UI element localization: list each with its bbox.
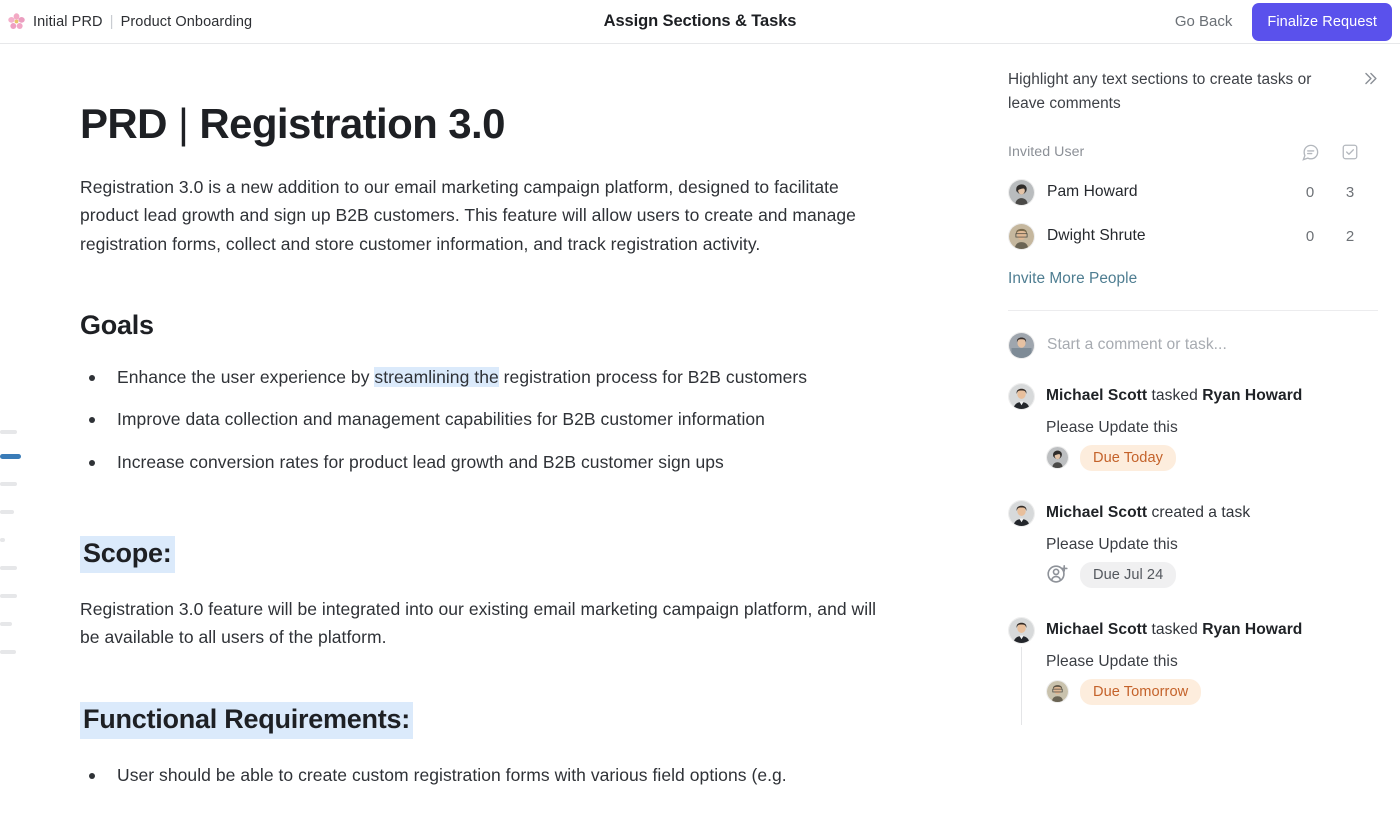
panel-hint-text: Highlight any text sections to create ta…: [1008, 71, 1312, 112]
feed-item[interactable]: Michael Scott tasked Ryan Howard Please …: [1008, 616, 1378, 725]
user-name: Pam Howard: [1047, 183, 1138, 201]
top-bar: Initial PRD | Product Onboarding Assign …: [0, 0, 1400, 44]
functional-requirements-list: User should be able to create custom reg…: [80, 761, 902, 789]
due-date-badge[interactable]: Due Tomorrow: [1080, 678, 1202, 705]
feed-item-body: Please Update this: [1046, 535, 1178, 553]
avatar: [1008, 222, 1035, 250]
avatar: [1008, 616, 1035, 644]
invite-more-people-link[interactable]: Invite More People: [1008, 270, 1378, 288]
add-assignee-icon[interactable]: [1046, 563, 1069, 586]
panel-hint: Highlight any text sections to create ta…: [1008, 68, 1378, 116]
feed-item-header: Michael Scott created a task: [1008, 499, 1378, 527]
document-title-main: PRD: [80, 100, 167, 147]
goal-text-pre: Enhance the user experience by: [117, 367, 375, 388]
avatar: [1046, 680, 1069, 704]
feed-item-header: Michael Scott tasked Ryan Howard: [1008, 616, 1378, 644]
due-date-badge[interactable]: Due Today: [1080, 444, 1176, 471]
comment-input-placeholder[interactable]: Start a comment or task...: [1047, 336, 1227, 354]
invited-users-label: Invited User: [1008, 144, 1085, 161]
breadcrumb-separator: |: [109, 13, 114, 30]
avatar: [1008, 499, 1035, 527]
feed-item-actor-line: Michael Scott tasked Ryan Howard: [1046, 387, 1302, 405]
comment-bubble-icon: [1290, 143, 1330, 162]
app-root: Initial PRD | Product Onboarding Assign …: [0, 0, 1400, 836]
section-heading-goals: Goals: [80, 310, 154, 341]
avatar: [1008, 331, 1035, 359]
cherry-blossom-icon: [8, 13, 25, 29]
goal-text-pre: Improve data collection and management c…: [117, 409, 765, 430]
feed-item-actor-line: Michael Scott tasked Ryan Howard: [1046, 621, 1302, 639]
section-heading-functional-requirements[interactable]: Functional Requirements:: [80, 701, 414, 739]
document-title-rest: Registration 3.0: [199, 100, 505, 147]
feed-verb: tasked: [1147, 621, 1203, 639]
functional-bullet-text: User should be able to create custom reg…: [117, 764, 787, 785]
document-intro-paragraph: Registration 3.0 is a new addition to ou…: [80, 177, 856, 254]
breadcrumb-item-initial-prd[interactable]: Initial PRD: [33, 14, 103, 30]
list-item: Increase conversion rates for product le…: [80, 448, 902, 476]
feed-item-actor-line: Michael Scott created a task: [1046, 504, 1250, 522]
top-bar-actions: Go Back Finalize Request: [1173, 2, 1400, 41]
feed-item[interactable]: Michael Scott created a task Please Upda…: [1008, 499, 1378, 588]
list-item: Improve data collection and management c…: [80, 405, 902, 433]
document-title: PRD | Registration 3.0: [80, 100, 902, 147]
feed-actor-name: Michael Scott: [1046, 504, 1148, 522]
list-item: User should be able to create custom reg…: [80, 761, 902, 789]
chevron-double-right-icon[interactable]: [1361, 68, 1378, 90]
feed-item-meta: Due Today: [1046, 444, 1378, 471]
goal-text-pre: Increase conversion rates for product le…: [117, 451, 724, 472]
user-comment-count: 0: [1305, 183, 1315, 201]
finalize-request-button[interactable]: Finalize Request: [1252, 2, 1392, 41]
avatar: [1046, 446, 1069, 470]
scope-paragraph: Registration 3.0 feature will be integra…: [80, 599, 877, 648]
list-item[interactable]: Pam Howard 0 3: [1008, 178, 1378, 206]
due-date-badge[interactable]: Due Jul 24: [1080, 561, 1177, 588]
panel-divider: [1008, 309, 1378, 311]
highlighted-text[interactable]: streamlining the: [374, 367, 499, 388]
goal-text-post: registration process for B2B customers: [498, 367, 808, 388]
section-heading-scope[interactable]: Scope:: [80, 536, 175, 574]
feed-item-body: Please Update this: [1046, 652, 1178, 670]
list-item: Enhance the user experience by streamlin…: [80, 363, 902, 391]
avatar: [1008, 382, 1035, 410]
list-item[interactable]: Dwight Shrute 0 2: [1008, 222, 1378, 250]
user-task-count: 2: [1345, 227, 1355, 245]
feed-target-name: Ryan Howard: [1202, 387, 1303, 405]
user-task-count: 3: [1345, 183, 1355, 201]
feed-actor-name: Michael Scott: [1046, 387, 1148, 405]
user-comment-count: 0: [1305, 227, 1315, 245]
user-name: Dwight Shrute: [1047, 227, 1146, 245]
go-back-button[interactable]: Go Back: [1173, 9, 1235, 34]
feed-actor-name: Michael Scott: [1046, 621, 1148, 639]
feed-verb: tasked: [1147, 387, 1203, 405]
checkbox-check-icon: [1330, 143, 1370, 161]
feed-target-name: Ryan Howard: [1202, 621, 1303, 639]
breadcrumb-item-product-onboarding[interactable]: Product Onboarding: [121, 14, 253, 30]
feed-item-body: Please Update this: [1046, 418, 1178, 436]
document-canvas[interactable]: PRD | Registration 3.0 Registration 3.0 …: [0, 44, 962, 836]
invited-users-header: Invited User: [1008, 143, 1378, 162]
comment-composer[interactable]: Start a comment or task...: [1008, 331, 1378, 359]
activity-feed: Michael Scott tasked Ryan Howard Please …: [1008, 382, 1378, 725]
document-title-separator: |: [177, 100, 189, 147]
avatar: [1008, 178, 1035, 206]
feed-item[interactable]: Michael Scott tasked Ryan Howard Please …: [1008, 382, 1378, 471]
collaboration-panel: Highlight any text sections to create ta…: [995, 44, 1400, 836]
feed-verb: created a task: [1147, 504, 1251, 522]
feed-item-header: Michael Scott tasked Ryan Howard: [1008, 382, 1378, 410]
feed-item-meta: Due Jul 24: [1046, 561, 1378, 588]
goals-list: Enhance the user experience by streamlin…: [80, 363, 902, 476]
feed-item-meta: Due Tomorrow: [1046, 678, 1378, 705]
breadcrumb: Initial PRD | Product Onboarding: [0, 13, 252, 30]
breadcrumb-text: Initial PRD | Product Onboarding: [33, 13, 252, 30]
